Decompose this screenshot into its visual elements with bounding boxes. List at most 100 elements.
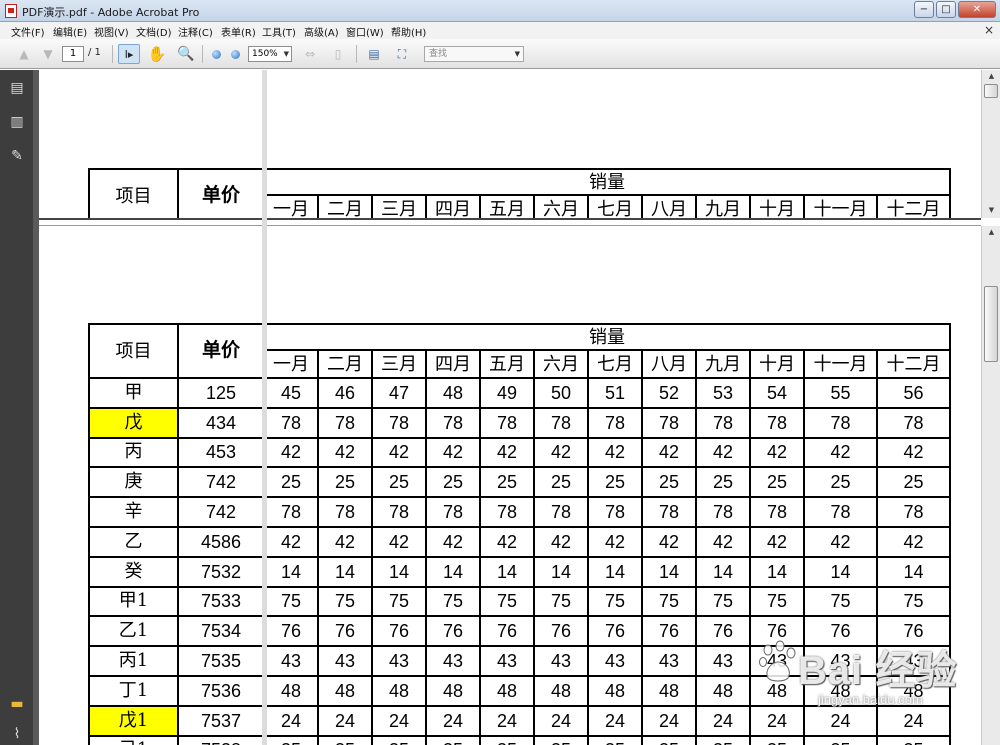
zoom-out-icon[interactable] (212, 50, 221, 59)
menu-forms[interactable]: 表单(R) (221, 24, 256, 39)
document-pane-top[interactable]: 项目单价销量一月二月三月四月五月六月七月八月九月十月十一月十二月甲1254546… (39, 70, 981, 218)
vertical-scrollbar-bottom[interactable]: ▲ (981, 226, 1000, 745)
sales-cell: 78 (263, 496, 319, 528)
sales-cell: 76 (803, 615, 878, 648)
scrollbar-thumb[interactable] (984, 84, 998, 98)
split-bar-vertical[interactable] (262, 70, 267, 745)
next-page-button[interactable]: ▼ (40, 44, 56, 64)
header-month: 一月 (263, 194, 319, 218)
sales-cell: 42 (371, 436, 427, 469)
find-input[interactable]: 查找 ▼ (424, 46, 524, 62)
sales-cell: 42 (876, 525, 951, 558)
header-month: 二月 (317, 194, 373, 218)
vertical-scrollbar-top[interactable]: ▲ ▼ (981, 70, 1000, 218)
sales-cell: 76 (749, 615, 805, 648)
document-pane-bottom[interactable]: 项目 单价 销量 一月 二月 三月 四月 五月 六月 七月 八月 九月 十月 十一月 十二月甲 125 45 46… (39, 226, 981, 745)
item-name-cell: 辛 (88, 496, 179, 528)
pages-icon[interactable]: ▤ (10, 80, 24, 96)
sales-cell: 47 (371, 377, 427, 409)
sales-cell: 48 (749, 674, 805, 707)
menu-advanced[interactable]: 高级(A) (304, 24, 339, 39)
navigation-panel: ▤ ▥ ✎ ▬ ⌇ (0, 70, 33, 745)
scrollbar-thumb[interactable] (984, 286, 998, 362)
attachments-icon[interactable]: ⌇ (10, 726, 24, 742)
sales-cell: 54 (749, 377, 805, 409)
maximize-button[interactable]: □ (936, 1, 956, 18)
sales-cell: 25 (641, 466, 697, 499)
signatures-icon[interactable]: ✎ (10, 148, 24, 164)
scroll-up-icon[interactable]: ▲ (986, 228, 997, 236)
zoom-in-icon[interactable] (231, 50, 240, 59)
header-price: 单价 (177, 323, 265, 379)
menu-edit[interactable]: 编辑(E) (53, 24, 87, 39)
sales-cell: 24 (371, 704, 427, 737)
close-button[interactable]: ✕ (958, 1, 996, 18)
sales-cell: 25 (317, 466, 373, 499)
sales-cell: 42 (533, 436, 589, 469)
sales-cell: 48 (425, 674, 481, 707)
save-button[interactable]: ▤ (364, 44, 384, 64)
sales-cell: 49 (479, 377, 535, 409)
header-month: 十二月 (876, 194, 951, 218)
zoom-level-select[interactable]: 150% ▼ (248, 46, 292, 62)
sales-cell: 43 (425, 645, 481, 677)
sales-cell: 78 (641, 496, 697, 528)
sales-cell: 51 (587, 377, 643, 409)
item-name-cell: 甲 (88, 377, 179, 409)
scroll-down-icon[interactable]: ▼ (986, 206, 997, 214)
sales-cell: 25 (695, 466, 751, 499)
scroll-up-icon[interactable]: ▲ (986, 72, 997, 80)
sales-cell: 14 (749, 555, 805, 588)
marquee-zoom-button[interactable]: 🔍 (175, 44, 197, 64)
bookmarks-icon[interactable]: ▥ (10, 114, 24, 130)
menu-window[interactable]: 窗口(W) (346, 24, 384, 39)
price-cell: 742 (177, 466, 265, 499)
menu-comments[interactable]: 注释(C) (178, 24, 213, 39)
minimize-button[interactable]: − (914, 1, 934, 18)
page-number-input[interactable]: 1 (62, 46, 84, 62)
price-cell: 7538 (177, 734, 265, 745)
split-bar-horizontal[interactable] (39, 218, 981, 226)
menu-tools[interactable]: 工具(T) (262, 24, 296, 39)
chevron-down-icon: ▼ (514, 50, 520, 58)
full-screen-button[interactable]: ⛶ (392, 44, 412, 64)
sales-cell: 42 (587, 525, 643, 558)
menu-document[interactable]: 文档(D) (136, 24, 172, 39)
sales-cell: 14 (876, 555, 951, 588)
sales-cell: 42 (876, 436, 951, 469)
menu-file[interactable]: 文件(F) (11, 24, 45, 39)
price-cell: 7534 (177, 615, 265, 648)
sales-cell: 25 (263, 466, 319, 499)
sales-cell: 42 (803, 436, 878, 469)
sales-cell: 48 (425, 377, 481, 409)
hand-tool-button[interactable]: ✋ (146, 44, 168, 64)
table-row: 癸 7532 14 14 14 14 14 14 14 14 14 14 14 14 (88, 555, 951, 588)
sales-cell: 42 (533, 525, 589, 558)
table-row: 乙1 7534 76 76 76 76 76 76 76 76 76 76 76 76 (88, 615, 951, 648)
sales-cell: 78 (533, 406, 589, 439)
menu-view[interactable]: 视图(V) (94, 24, 129, 39)
save-icon: ▤ (368, 47, 380, 61)
comments-icon[interactable]: ▬ (10, 696, 24, 712)
document-view[interactable]: 项目单价销量一月二月三月四月五月六月七月八月九月十月十一月十二月甲1254546… (39, 70, 981, 745)
header-month: 七月 (587, 194, 643, 218)
previous-page-button[interactable]: ▲ (16, 44, 32, 64)
sales-cell: 75 (479, 585, 535, 618)
fit-width-button[interactable]: ⇔ (300, 44, 320, 64)
sales-cell: 75 (263, 585, 319, 618)
sales-cell: 14 (317, 555, 373, 588)
item-name-cell: 乙1 (88, 615, 179, 648)
header-month: 十一月 (803, 194, 878, 218)
find-placeholder: 查找 (429, 49, 448, 59)
page-total: / 1 (88, 47, 101, 58)
document-close-icon[interactable]: × (984, 23, 994, 37)
fit-page-button[interactable]: ▯ (328, 44, 348, 64)
sales-cell: 24 (479, 704, 535, 737)
sales-cell: 43 (803, 645, 878, 677)
sales-cell: 78 (803, 406, 878, 439)
sales-cell: 46 (317, 377, 373, 409)
sales-cell: 48 (479, 674, 535, 707)
select-tool-button[interactable]: I▸ (118, 44, 140, 64)
sales-cell: 43 (263, 645, 319, 677)
menu-help[interactable]: 帮助(H) (391, 24, 426, 39)
